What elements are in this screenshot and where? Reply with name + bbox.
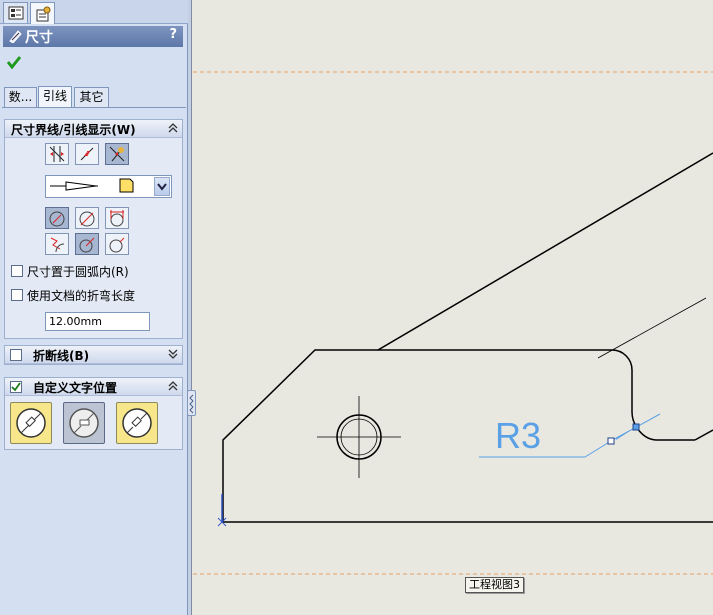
leader-handle[interactable] (607, 437, 615, 445)
part-outline[interactable] (222, 152, 713, 523)
break-lines-group: 折断线(B) (4, 345, 183, 365)
solid-leader-aligned-text-button[interactable] (10, 402, 52, 444)
doc-bend-length-checkbox[interactable] (11, 289, 23, 301)
panel-title: 尺寸 (25, 30, 53, 46)
property-manager-title-bar: 尺寸 ? (3, 26, 183, 47)
arrow-style-select[interactable] (45, 175, 172, 198)
feature-manager-tab[interactable] (3, 2, 28, 23)
witness-leader-group: 尺寸界线/引线显示(W) 尺寸置于圆弧内(R) 使用文档的折弯长度 12.00m… (4, 119, 183, 339)
doc-bend-length-label: 使用文档的折弯长度 (27, 289, 136, 303)
custom-text-position-group-title: 自定义文字位置 (33, 381, 118, 395)
property-manager-tab[interactable] (30, 2, 55, 24)
witness-leader-group-title: 尺寸界线/引线显示(W) (11, 123, 136, 137)
broken-leader-horizontal-text-button[interactable] (63, 402, 105, 444)
break-lines-group-title: 折断线(B) (33, 349, 90, 363)
chevron-down-icon[interactable] (154, 177, 170, 196)
manager-tab-strip (0, 0, 188, 24)
linear-leader-button[interactable] (105, 207, 129, 229)
bend-length-input[interactable] (45, 312, 150, 331)
dimension-tab-strip: 数... 引线 其它 (4, 86, 184, 108)
dimension-icon (8, 29, 22, 47)
diameter-leader-button[interactable] (75, 207, 99, 229)
panel-splitter[interactable] (188, 0, 192, 615)
inside-arc-label: 尺寸置于圆弧内(R) (27, 265, 129, 279)
break-lines-group-header[interactable]: 折断线(B) (5, 346, 182, 364)
custom-text-position-group: 自定义文字位置 (4, 377, 183, 450)
drawing-canvas[interactable]: R3 (193, 0, 713, 615)
solid-leader-button[interactable] (75, 233, 99, 255)
collapse-up-icon[interactable] (168, 380, 178, 395)
broken-leader-aligned-text-button[interactable] (116, 402, 158, 444)
expand-down-icon[interactable] (168, 348, 178, 363)
construction-line (597, 297, 707, 359)
origin-marker-icon (217, 494, 227, 527)
custom-text-position-checkbox[interactable] (10, 381, 22, 393)
dimension-text[interactable]: R3 (495, 415, 541, 456)
arrow-handle[interactable] (632, 423, 640, 431)
custom-text-position-group-header[interactable]: 自定义文字位置 (5, 378, 182, 396)
foreshortened-button[interactable] (45, 233, 69, 255)
hole[interactable] (317, 396, 401, 478)
dimension-leader (584, 440, 612, 458)
green-check-icon (6, 56, 22, 72)
radial-leader-button[interactable] (45, 207, 69, 229)
ok-button[interactable] (6, 55, 22, 72)
witness-leader-group-header[interactable]: 尺寸界线/引线显示(W) (5, 120, 182, 138)
help-button[interactable]: ? (169, 27, 177, 42)
smart-arrows-button[interactable] (105, 143, 129, 165)
property-manager-panel: 尺寸 ? 数... 引线 其它 尺寸界线/引线显示(W) 尺寸置于圆弧内(R) … (0, 0, 188, 615)
open-leader-button[interactable] (105, 233, 129, 255)
break-lines-checkbox[interactable] (10, 349, 22, 361)
tab-leaders[interactable]: 引线 (38, 86, 72, 108)
tab-divider (2, 107, 186, 108)
tab-value[interactable]: 数... (4, 87, 37, 107)
arrows-inside-button[interactable] (75, 143, 99, 165)
arrows-outside-button[interactable] (45, 143, 69, 165)
view-label[interactable]: 工程视图3 (465, 577, 524, 593)
tab-other[interactable]: 其它 (74, 87, 109, 107)
inside-arc-checkbox[interactable] (11, 265, 23, 277)
collapse-up-icon[interactable] (168, 122, 178, 137)
